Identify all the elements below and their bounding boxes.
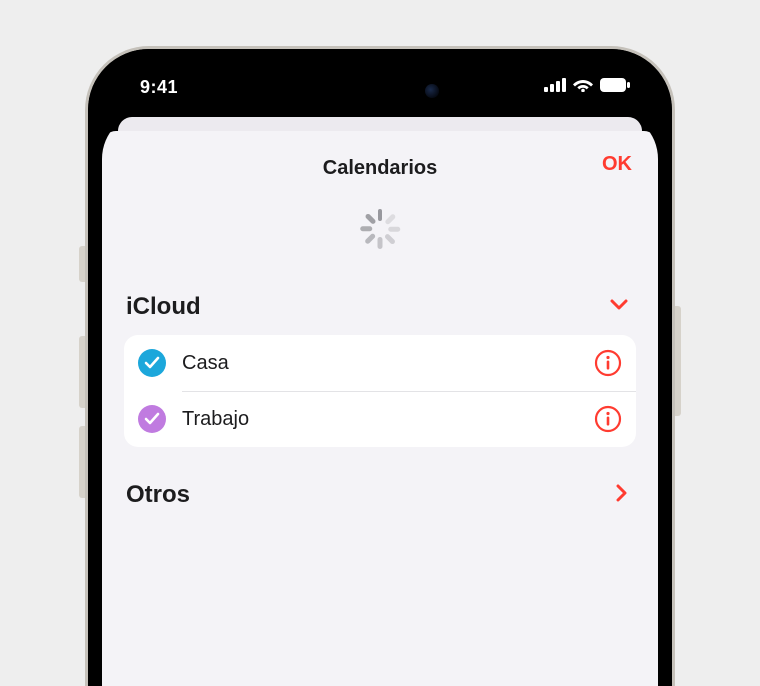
battery-icon (600, 78, 630, 97)
section-header-icloud[interactable]: iCloud (124, 279, 636, 335)
phone-device-frame: 9:41 (85, 46, 675, 686)
loading-spinner (124, 183, 636, 279)
chevron-down-icon (610, 298, 628, 316)
cellular-signal-icon (544, 78, 566, 97)
calendar-row-trabajo[interactable]: Trabajo (124, 391, 636, 447)
screen: Calendarios OK (102, 111, 658, 686)
checkmark-icon[interactable] (138, 405, 166, 433)
calendars-sheet: Calendarios OK (102, 131, 658, 686)
sheet-title: Calendarios (323, 157, 437, 180)
icloud-calendar-list: Casa (124, 335, 636, 447)
section-header-otros[interactable]: Otros (124, 467, 636, 523)
calendar-label: Trabajo (182, 408, 578, 431)
wifi-icon (573, 78, 593, 97)
section-title-otros: Otros (126, 481, 190, 509)
section-title-icloud: iCloud (126, 293, 201, 321)
checkmark-icon[interactable] (138, 349, 166, 377)
status-bar: 9:41 (102, 63, 658, 111)
ok-button[interactable]: OK (602, 153, 632, 176)
info-icon[interactable] (594, 405, 622, 433)
sheet-header: Calendarios OK (124, 153, 636, 183)
status-time: 9:41 (140, 77, 178, 98)
dynamic-island (311, 71, 449, 111)
chevron-right-icon (616, 484, 628, 507)
calendar-label: Casa (182, 352, 578, 375)
status-icons (544, 78, 630, 97)
front-camera (425, 84, 439, 98)
calendar-row-casa[interactable]: Casa (124, 335, 636, 391)
info-icon[interactable] (594, 349, 622, 377)
